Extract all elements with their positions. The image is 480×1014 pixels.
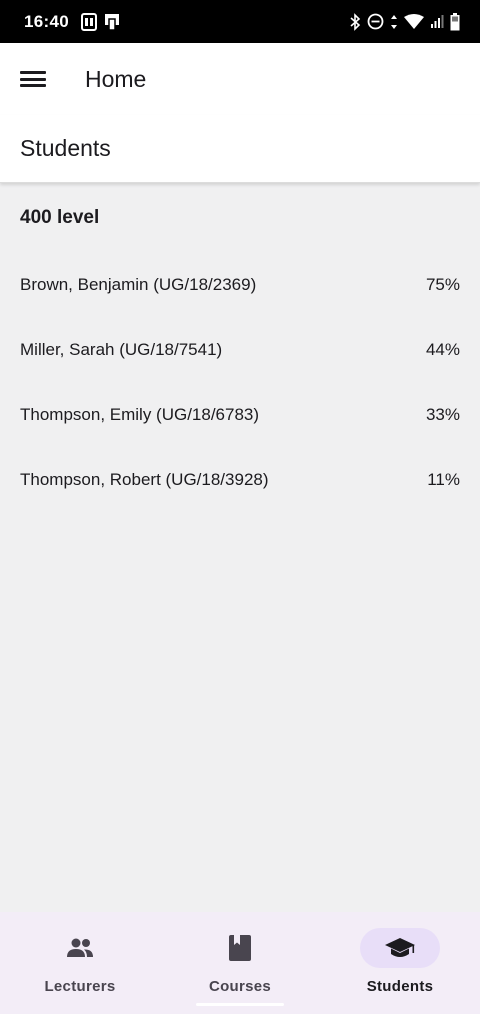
- gesture-handle[interactable]: [196, 1003, 284, 1006]
- group-title: 400 level: [20, 207, 100, 228]
- screen: 16:40 Home Students 400 level Brown, Ben…: [0, 0, 480, 1014]
- student-score: 33%: [425, 404, 460, 424]
- section-header: Students: [0, 115, 480, 183]
- student-row[interactable]: Miller, Sarah (UG/18/7541) 44%: [0, 317, 480, 382]
- student-score: 75%: [425, 274, 460, 294]
- sim-card-icon: [80, 12, 97, 31]
- wifi-icon: [404, 13, 424, 29]
- student-name: Brown, Benjamin (UG/18/2369): [20, 274, 257, 294]
- nav-label: Courses: [208, 978, 272, 995]
- status-system-icons: [349, 12, 460, 31]
- status-notification-icons: [80, 12, 121, 31]
- menu-icon[interactable]: [20, 69, 46, 89]
- nav-item-courses[interactable]: Courses: [160, 912, 320, 1014]
- nav-label: Lecturers: [44, 978, 116, 995]
- student-list: 400 level Brown, Benjamin (UG/18/2369) 7…: [0, 184, 480, 512]
- battery-icon: [450, 12, 460, 30]
- student-name: Thompson, Robert (UG/18/3928): [20, 469, 269, 489]
- nav-label: Students: [366, 978, 434, 995]
- student-name: Miller, Sarah (UG/18/7541): [20, 339, 223, 359]
- nav-active-indicator: [360, 928, 440, 968]
- section-title: Students: [20, 135, 111, 161]
- bluetooth-icon: [350, 12, 361, 31]
- app-bar: Home: [0, 43, 480, 115]
- student-row[interactable]: Brown, Benjamin (UG/18/2369) 75%: [0, 252, 480, 317]
- student-score: 44%: [425, 339, 460, 359]
- student-name: Thompson, Emily (UG/18/6783): [20, 404, 260, 424]
- nav-item-students[interactable]: Students: [320, 912, 480, 1014]
- page-title: Home: [85, 65, 147, 92]
- bottom-navigation: Lecturers Courses Students: [0, 912, 480, 1014]
- signal-icon: [431, 14, 444, 28]
- nav-item-lecturers[interactable]: Lecturers: [0, 912, 160, 1014]
- student-row[interactable]: Thompson, Emily (UG/18/6783) 33%: [0, 382, 480, 447]
- student-row[interactable]: Thompson, Robert (UG/18/3928) 11%: [0, 447, 480, 512]
- book-icon: [229, 935, 251, 961]
- status-time: 16:40: [24, 11, 69, 31]
- student-score: 11%: [427, 469, 460, 489]
- people-icon: [67, 938, 93, 957]
- do-not-disturb-icon: [367, 13, 384, 30]
- nav-icon-container: [40, 928, 120, 968]
- graduation-cap-icon: [385, 938, 415, 957]
- status-bar: 16:40: [0, 0, 480, 43]
- nav-icon-container: [200, 928, 280, 968]
- cast-icon: [104, 13, 119, 31]
- data-arrows-icon: [391, 14, 397, 29]
